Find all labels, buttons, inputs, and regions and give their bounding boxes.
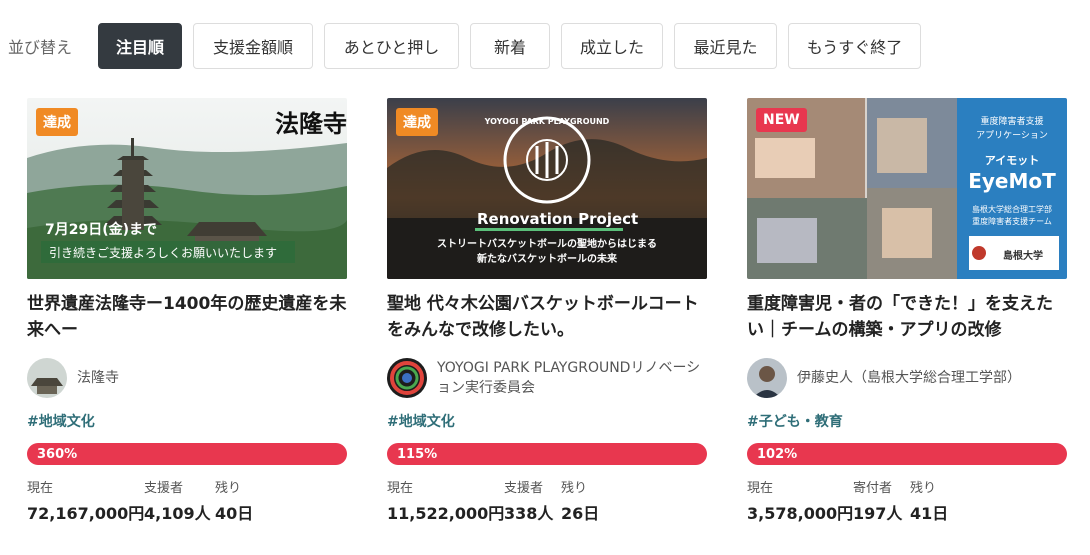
project-title[interactable]: 重度障害児・者の「できた！」を支えたい｜チームの構築・アプリの改修 [747, 291, 1067, 343]
progress-percent: 360% [37, 446, 78, 462]
sort-option-succeeded[interactable]: 成立した [561, 23, 663, 69]
owner-avatar [27, 358, 67, 398]
project-stats: 現在 11,522,000円 支援者 338人 残り 26日 [387, 477, 707, 523]
project-title[interactable]: 世界遺産法隆寺ー1400年の歴史遺産を未来へー [27, 291, 347, 343]
sort-option-ending[interactable]: もうすぐ終了 [788, 23, 921, 69]
new-badge: NEW [756, 108, 807, 132]
category-tag[interactable]: #地域文化 [387, 411, 707, 431]
project-card[interactable]: 重度障害者支援 アプリケーション アイモット EyeMoT 島根大学総合理工学部… [747, 98, 1067, 523]
image-app-kana: アイモット [985, 154, 1039, 167]
image-logo-text: YOYOGI PARK PLAYGROUND [484, 117, 610, 126]
progress-bar: 102% [747, 443, 1067, 465]
image-line1: ストリートバスケットボールの聖地からはじまる [437, 237, 657, 250]
stat-current-value: 11,522,000円 [387, 504, 505, 523]
stat-donors-value: 197人 [853, 504, 903, 523]
image-app-name: EyeMoT [968, 169, 1056, 193]
stat-remaining-label: 残り [910, 481, 937, 496]
progress-bar: 115% [387, 443, 707, 465]
stat-supporters-value: 4,109人 [144, 504, 211, 523]
project-image[interactable]: 重度障害者支援 アプリケーション アイモット EyeMoT 島根大学総合理工学部… [747, 98, 1067, 279]
stat-current-value: 72,167,000円 [27, 504, 145, 523]
image-org1: 島根大学総合理工学部 [972, 204, 1052, 214]
stat-current-value: 3,578,000円 [747, 504, 854, 523]
image-temple-name: 法隆寺 [275, 109, 347, 138]
stat-supporters-value: 338人 [504, 504, 554, 523]
stat-donors-label: 寄付者 [853, 481, 893, 496]
stat-current-label: 現在 [27, 481, 54, 496]
image-heading: Renovation Project [477, 210, 638, 228]
sort-option-featured[interactable]: 注目順 [98, 23, 182, 69]
project-image[interactable]: YOYOGI PARK PLAYGROUND Renovation Projec… [387, 98, 707, 279]
image-seal: 島根大学 [1003, 249, 1043, 262]
image-sub1: 重度障害者支援 [980, 115, 1043, 127]
project-image[interactable]: 法隆寺 7月29日(金)まで 引き続きご支援よろしくお願いいたします 達成 [27, 98, 347, 279]
sort-option-almost[interactable]: あとひと押し [324, 23, 459, 69]
category-tag[interactable]: #地域文化 [27, 411, 347, 431]
project-stats: 現在 72,167,000円 支援者 4,109人 残り 40日 [27, 477, 347, 523]
stat-remaining-label: 残り [215, 481, 242, 496]
project-owner[interactable]: YOYOGI PARK PLAYGROUNDリノベーション実行委員会 [387, 357, 707, 399]
sort-option-new[interactable]: 新着 [470, 23, 550, 69]
progress-bar: 360% [27, 443, 347, 465]
sort-option-recent[interactable]: 最近見た [674, 23, 777, 69]
project-owner[interactable]: 伊藤史人（島根大学総合理工学部） [747, 357, 1067, 399]
category-tag[interactable]: #子ども・教育 [747, 411, 1067, 431]
project-title[interactable]: 聖地 代々木公園バスケットボールコートをみんなで改修したい。 [387, 291, 707, 343]
achieved-badge: 達成 [36, 108, 78, 136]
stat-remaining-label: 残り [561, 481, 588, 496]
stat-supporters-label: 支援者 [504, 481, 544, 496]
owner-avatar [387, 358, 427, 398]
project-card[interactable]: 法隆寺 7月29日(金)まで 引き続きご支援よろしくお願いいたします 達成 世界… [27, 98, 347, 523]
owner-name: 伊藤史人（島根大学総合理工学部） [797, 370, 1021, 386]
project-owner[interactable]: 法隆寺 [27, 357, 347, 399]
stat-remaining-value: 41日 [910, 504, 949, 523]
owner-name: 法隆寺 [77, 370, 119, 386]
project-card[interactable]: YOYOGI PARK PLAYGROUND Renovation Projec… [387, 98, 707, 523]
stat-current-label: 現在 [387, 481, 414, 496]
stat-remaining-value: 26日 [561, 504, 600, 523]
progress-percent: 102% [757, 446, 798, 462]
image-sub2: アプリケーション [976, 130, 1048, 141]
progress-percent: 115% [397, 446, 438, 462]
owner-avatar [747, 358, 787, 398]
image-message: 引き続きご支援よろしくお願いいたします [49, 245, 277, 260]
stat-remaining-value: 40日 [215, 504, 254, 523]
image-line2: 新たなバスケットボールの未来 [477, 252, 618, 265]
sort-label: 並び替え [8, 38, 73, 57]
project-stats: 現在 3,578,000円 寄付者 197人 残り 41日 [747, 477, 1067, 523]
achieved-badge: 達成 [396, 108, 438, 136]
stat-current-label: 現在 [747, 481, 774, 496]
owner-name: YOYOGI PARK PLAYGROUNDリノベーション実行委員会 [437, 360, 701, 396]
sort-option-amount[interactable]: 支援金額順 [193, 23, 313, 69]
image-org2: 重度障害者支援チーム [972, 216, 1052, 226]
stat-supporters-label: 支援者 [144, 481, 184, 496]
image-date: 7月29日(金)まで [45, 221, 157, 238]
sort-bar: 並び替え 注目順 支援金額順 あとひと押し 新着 成立した 最近見た もうすぐ終… [0, 22, 932, 70]
